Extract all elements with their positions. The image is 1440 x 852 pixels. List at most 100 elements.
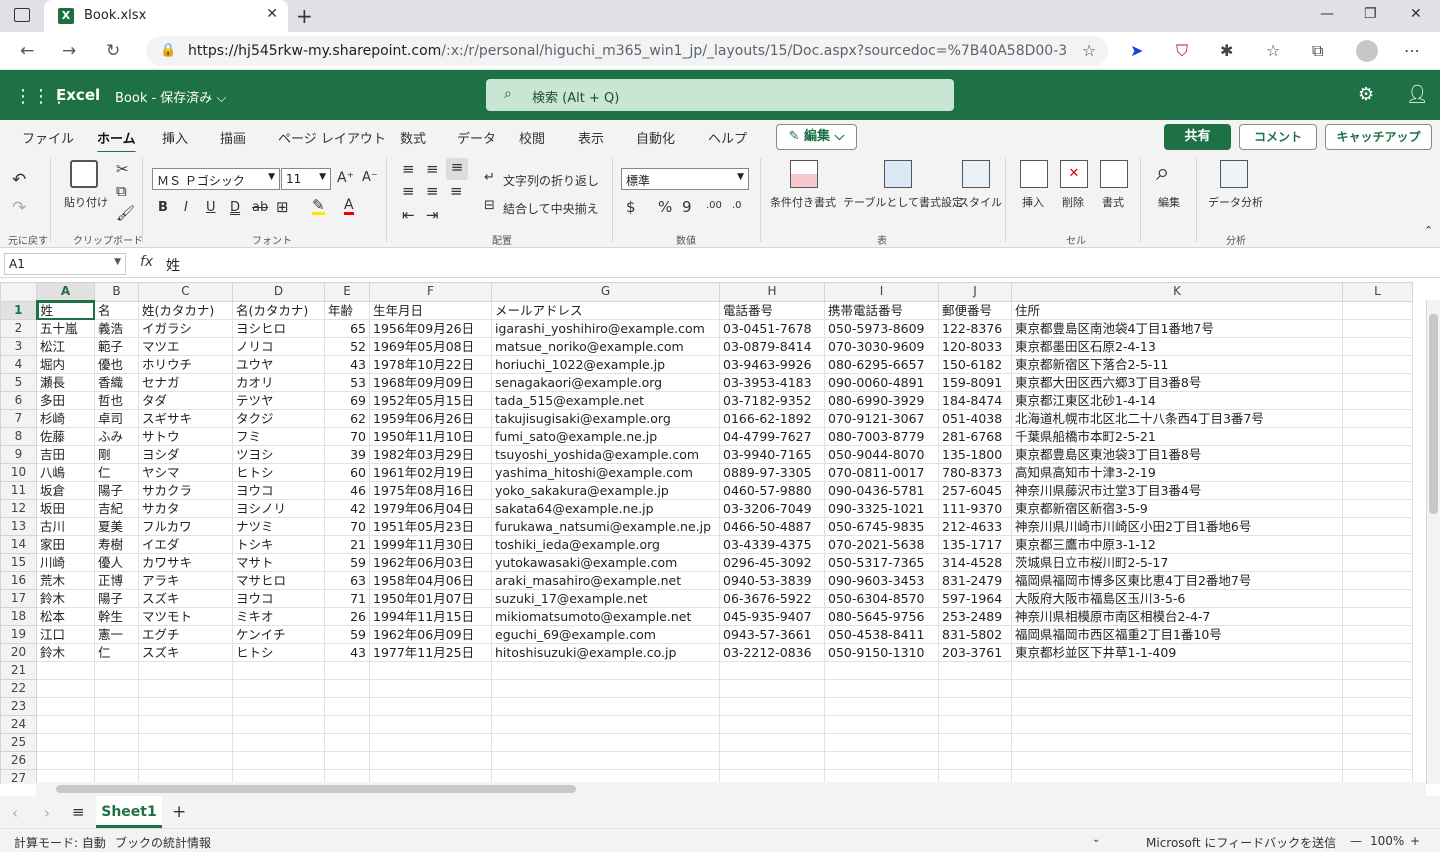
url-text[interactable]: https://hj545rkw-my.sharepoint.com/:x:/r… xyxy=(188,43,1068,59)
cell[interactable]: 神奈川県藤沢市辻堂3丁目3番4号 xyxy=(1011,481,1343,500)
format-cells-icon[interactable] xyxy=(1100,160,1128,188)
zoom-out-icon[interactable]: — xyxy=(1350,834,1362,848)
column-header[interactable]: D xyxy=(232,282,325,302)
row-header[interactable]: 21 xyxy=(0,661,37,680)
conditional-formatting-button[interactable]: 条件付き書式 xyxy=(770,194,836,210)
cell[interactable]: 03-9463-9926 xyxy=(719,355,825,374)
scrollbar-thumb[interactable] xyxy=(56,785,576,793)
cell[interactable]: yutokawasaki@example.com xyxy=(491,553,720,572)
cell[interactable]: 050-5973-8609 xyxy=(824,319,939,338)
column-header[interactable]: L xyxy=(1342,282,1413,302)
row-header[interactable]: 11 xyxy=(0,481,37,500)
insert-cells-icon[interactable] xyxy=(1020,160,1048,188)
cell[interactable]: セナガ xyxy=(138,373,233,392)
cell[interactable]: 八嶋 xyxy=(36,463,95,482)
cell[interactable]: 0940-53-3839 xyxy=(719,571,825,590)
cell[interactable]: カワサキ xyxy=(138,553,233,572)
cell[interactable]: 吉紀 xyxy=(94,499,139,518)
cell[interactable] xyxy=(938,715,1012,734)
cell[interactable]: 120-8033 xyxy=(938,337,1012,356)
row-header[interactable]: 10 xyxy=(0,463,37,482)
cell[interactable]: ヨシダ xyxy=(138,445,233,464)
cell[interactable] xyxy=(369,715,492,734)
cell[interactable]: 21 xyxy=(324,535,370,554)
cell[interactable]: イガラシ xyxy=(138,319,233,338)
cell[interactable]: 仁 xyxy=(94,643,139,662)
cell[interactable] xyxy=(1342,463,1413,482)
cell[interactable]: 184-8474 xyxy=(938,391,1012,410)
cell[interactable]: 姓(カタカナ) xyxy=(138,300,233,320)
row-header[interactable]: 4 xyxy=(0,355,37,374)
cell[interactable]: mikiomatsumoto@example.net xyxy=(491,607,720,626)
cell[interactable] xyxy=(94,751,139,770)
cell[interactable]: 26 xyxy=(324,607,370,626)
cell[interactable]: 050-5317-7365 xyxy=(824,553,939,572)
sidebar-toggle-icon[interactable] xyxy=(14,8,30,22)
cell[interactable]: マツエ xyxy=(138,337,233,356)
borders-icon[interactable]: ⊞ xyxy=(276,198,289,216)
cell[interactable]: ヨウコ xyxy=(232,589,325,608)
cell[interactable]: 1968年09月09日 xyxy=(369,373,492,392)
underline-icon[interactable]: U xyxy=(206,200,216,215)
cell[interactable] xyxy=(824,751,939,770)
copy-icon[interactable]: ⧉ xyxy=(116,182,127,200)
column-header[interactable]: H xyxy=(719,282,825,302)
cell-styles-icon[interactable] xyxy=(962,160,990,188)
cell[interactable]: suzuki_17@example.net xyxy=(491,589,720,608)
cell[interactable] xyxy=(138,751,233,770)
cell[interactable]: senagakaori@example.org xyxy=(491,373,720,392)
cell[interactable] xyxy=(324,733,370,752)
cell[interactable]: ホリウチ xyxy=(138,355,233,374)
cell[interactable]: 1977年11月25日 xyxy=(369,643,492,662)
cell[interactable]: 831-2479 xyxy=(938,571,1012,590)
share-button[interactable]: 共有 xyxy=(1164,124,1231,150)
cell[interactable]: 0943-57-3661 xyxy=(719,625,825,644)
cell[interactable] xyxy=(1342,661,1413,680)
row-header[interactable]: 1 xyxy=(0,300,38,320)
tab-draw[interactable]: 描画 xyxy=(220,128,246,147)
cell[interactable]: スギサキ xyxy=(138,409,233,428)
cell[interactable]: 135-1800 xyxy=(938,445,1012,464)
cell[interactable] xyxy=(1011,751,1343,770)
font-size-select[interactable]: 11 ▼ xyxy=(281,168,331,190)
cell[interactable] xyxy=(138,715,233,734)
cell[interactable] xyxy=(938,751,1012,770)
cell[interactable]: 松江 xyxy=(36,337,95,356)
cell[interactable] xyxy=(824,715,939,734)
font-name-select[interactable]: ＭＳ Ｐゴシック ▼ xyxy=(152,168,280,190)
cell[interactable]: 03-2212-0836 xyxy=(719,643,825,662)
cell[interactable] xyxy=(138,733,233,752)
cell[interactable]: マサヒロ xyxy=(232,571,325,590)
cell[interactable]: 070-0811-0017 xyxy=(824,463,939,482)
row-header[interactable]: 6 xyxy=(0,391,37,410)
back-icon[interactable]: ← xyxy=(20,41,34,61)
cell[interactable]: ケンイチ xyxy=(232,625,325,644)
cell[interactable]: araki_masahiro@example.net xyxy=(491,571,720,590)
cell[interactable] xyxy=(1342,715,1413,734)
cell[interactable] xyxy=(369,679,492,698)
tab-insert[interactable]: 挿入 xyxy=(162,128,188,147)
search-box[interactable]: ⌕ 検索 (Alt + Q) xyxy=(486,79,954,111)
zoom-level[interactable]: 100% xyxy=(1370,834,1404,848)
cell[interactable]: 050-9044-8070 xyxy=(824,445,939,464)
cell[interactable] xyxy=(1342,589,1413,608)
cell[interactable]: 597-1964 xyxy=(938,589,1012,608)
cell[interactable]: 坂倉 xyxy=(36,481,95,500)
cell[interactable]: 福岡県福岡市西区福重2丁目1番10号 xyxy=(1011,625,1343,644)
cell[interactable]: 135-1717 xyxy=(938,535,1012,554)
forward-icon[interactable]: → xyxy=(62,41,76,61)
more-menu-icon[interactable]: ⋯ xyxy=(1404,41,1420,60)
format-cells-button[interactable]: 書式 xyxy=(1102,194,1124,210)
cell[interactable]: furukawa_natsumi@example.ne.jp xyxy=(491,517,720,536)
tab-review[interactable]: 校閲 xyxy=(519,128,545,147)
new-tab-icon[interactable]: + xyxy=(296,4,313,28)
cell[interactable] xyxy=(232,733,325,752)
comma-style-icon[interactable]: 9 xyxy=(682,198,692,216)
tab-data[interactable]: データ xyxy=(457,128,496,147)
cell[interactable]: フミ xyxy=(232,427,325,446)
cell[interactable]: 1962年06月03日 xyxy=(369,553,492,572)
cell[interactable] xyxy=(824,733,939,752)
cell[interactable]: 780-8373 xyxy=(938,463,1012,482)
column-header[interactable]: G xyxy=(491,282,720,302)
cell[interactable]: 203-3761 xyxy=(938,643,1012,662)
